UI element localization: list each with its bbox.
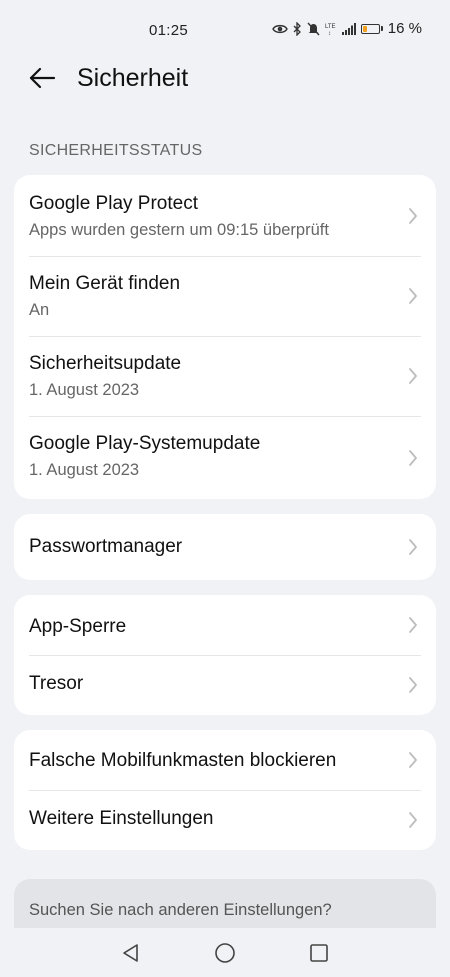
nav-home-button[interactable] — [214, 942, 236, 964]
security-status-card: Google Play Protect Apps wurden gestern … — [14, 175, 436, 499]
play-system-update-row[interactable]: Google Play-Systemupdate 1. August 2023 — [14, 416, 436, 499]
google-play-protect-row[interactable]: Google Play Protect Apps wurden gestern … — [14, 175, 436, 256]
security-update-row[interactable]: Sicherheitsupdate 1. August 2023 — [14, 336, 436, 416]
signal-icon — [341, 22, 356, 35]
battery-percent: 16 % — [387, 20, 422, 37]
row-subtitle: An — [29, 301, 50, 319]
app-header: Sicherheit — [0, 60, 450, 100]
chevron-right-icon — [409, 539, 417, 555]
row-title: Mein Gerät finden — [29, 273, 181, 294]
svg-text:LTE: LTE — [325, 24, 336, 30]
navigation-bar — [0, 928, 450, 977]
svg-text:↕: ↕ — [328, 31, 331, 36]
back-triangle-icon — [123, 944, 138, 962]
chevron-right-icon — [409, 752, 417, 768]
status-bar: 01:25 LTE ↕ 16 % — [0, 0, 450, 62]
password-manager-card: Passwortmanager — [14, 514, 436, 580]
back-button[interactable] — [26, 65, 58, 95]
more-settings-card: Falsche Mobilfunkmasten blockieren Weite… — [14, 730, 436, 850]
fake-base-station-row[interactable]: Falsche Mobilfunkmasten blockieren — [14, 730, 436, 790]
recents-square-icon — [310, 944, 328, 962]
chevron-right-icon — [409, 288, 417, 304]
mute-icon — [307, 22, 320, 36]
lte-icon: LTE ↕ — [325, 22, 337, 36]
bluetooth-icon — [293, 21, 302, 36]
row-subtitle: 1. August 2023 — [29, 381, 140, 399]
more-settings-row[interactable]: Weitere Einstellungen — [14, 790, 436, 850]
row-title: Tresor — [29, 673, 84, 694]
find-my-device-row[interactable]: Mein Gerät finden An — [14, 256, 436, 336]
home-circle-icon — [215, 943, 235, 963]
row-title: Google Play Protect — [29, 193, 198, 214]
chevron-right-icon — [409, 677, 417, 693]
search-other-settings-label: Suchen Sie nach anderen Einstellungen? — [29, 901, 332, 919]
eye-icon — [271, 23, 288, 35]
chevron-right-icon — [409, 368, 417, 384]
battery-icon — [360, 23, 383, 34]
row-subtitle: 1. August 2023 — [29, 461, 140, 479]
row-title: Weitere Einstellungen — [29, 808, 214, 829]
section-header: SICHERHEITSSTATUS — [29, 142, 203, 159]
row-title: Sicherheitsupdate — [29, 353, 182, 374]
row-subtitle: Apps wurden gestern um 09:15 überprüft — [29, 221, 329, 239]
chevron-right-icon — [409, 449, 417, 466]
row-title: Falsche Mobilfunkmasten blockieren — [29, 750, 337, 771]
password-manager-row[interactable]: Passwortmanager — [14, 514, 436, 580]
arrow-left-icon — [28, 66, 56, 95]
app-lock-row[interactable]: App-Sperre — [14, 595, 436, 655]
chevron-right-icon — [409, 812, 417, 828]
nav-back-button[interactable] — [120, 942, 142, 964]
status-icons: LTE ↕ 16 % — [271, 20, 422, 37]
row-title: Passwortmanager — [29, 536, 183, 557]
chevron-right-icon — [409, 207, 417, 224]
chevron-right-icon — [409, 617, 417, 633]
page-title: Sicherheit — [77, 64, 189, 92]
vault-row[interactable]: Tresor — [14, 655, 436, 715]
row-title: App-Sperre — [29, 616, 127, 637]
row-title: Google Play-Systemupdate — [29, 433, 261, 454]
nav-recents-button[interactable] — [308, 942, 330, 964]
app-lock-card: App-Sperre Tresor — [14, 595, 436, 715]
status-time: 01:25 — [149, 22, 189, 39]
